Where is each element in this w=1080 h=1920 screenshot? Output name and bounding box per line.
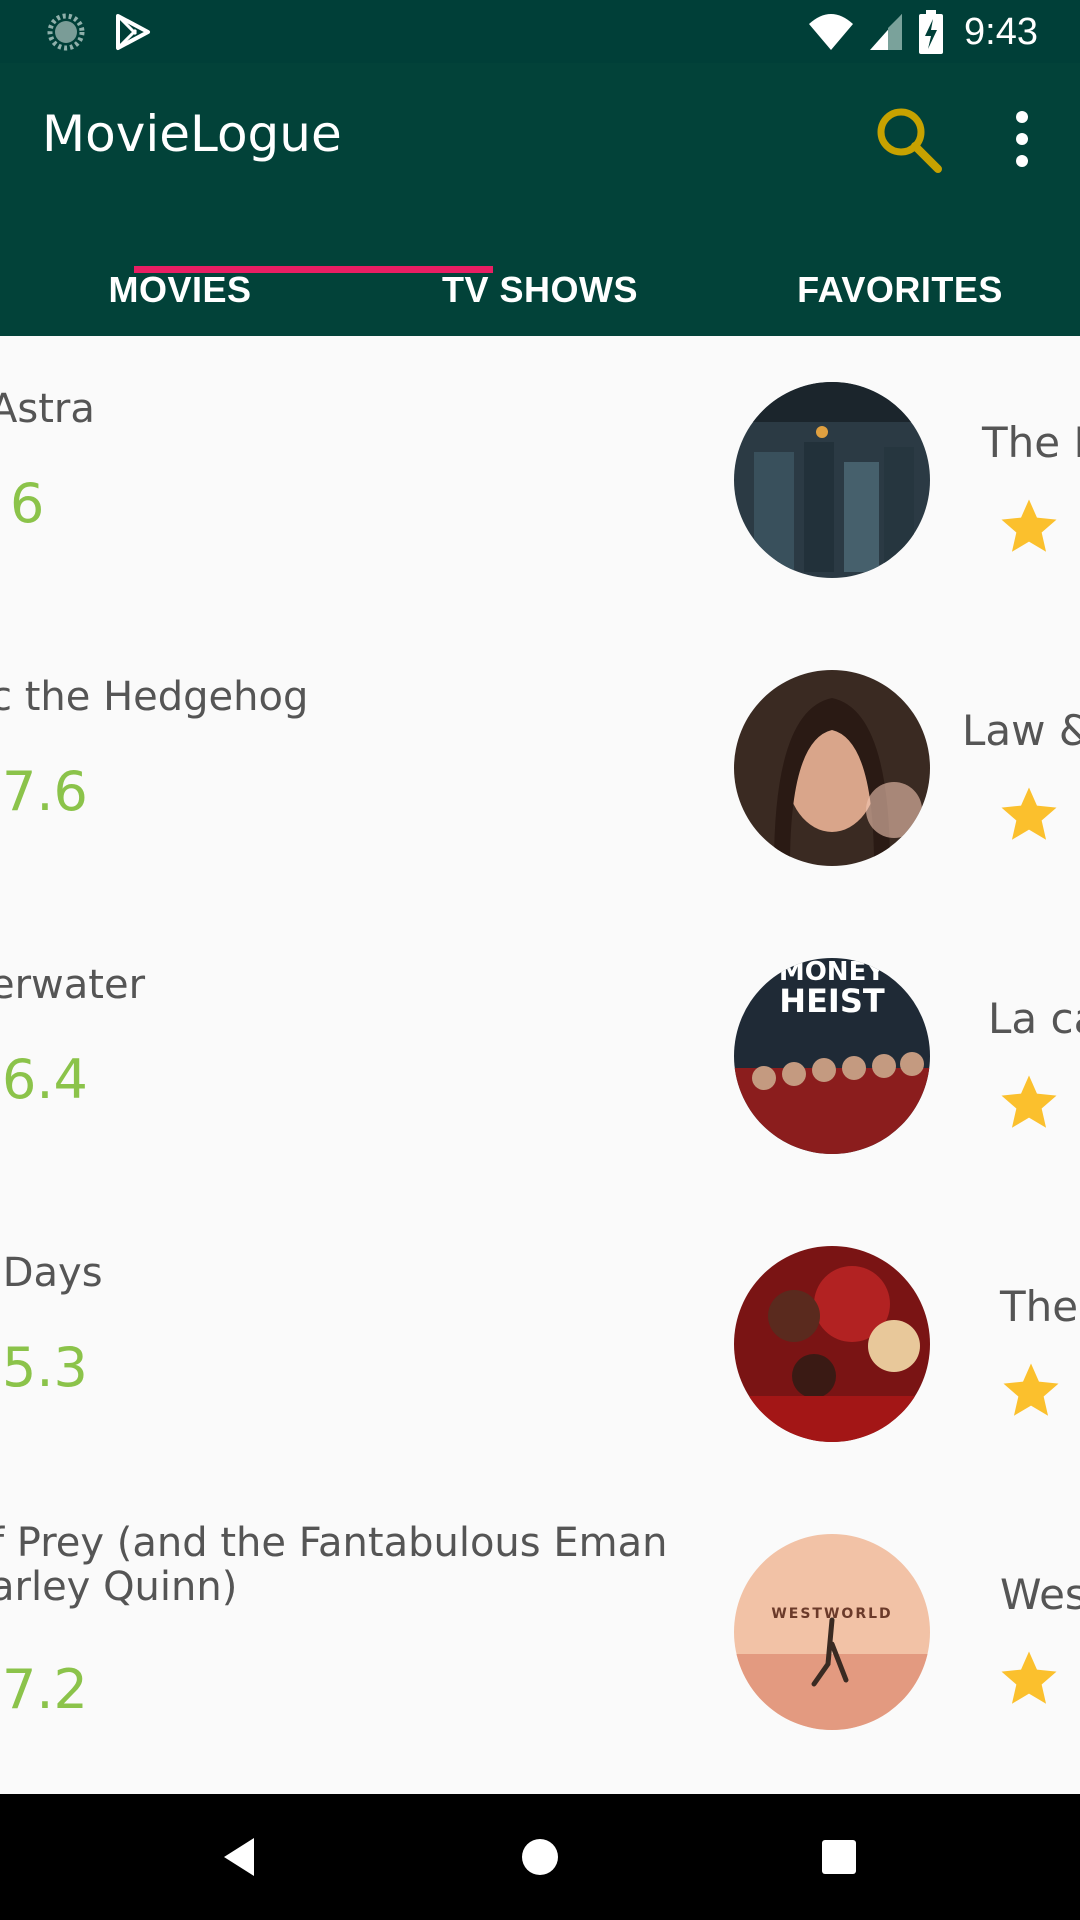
list-item[interactable]: c the Hedgehog 7.6 [0,624,670,912]
woman-portrait-poster [734,670,930,866]
tv-poster [734,1246,930,1442]
tab-tv-shows[interactable]: TV SHOWS [360,243,720,336]
content-pager[interactable]: Astra 6 c the Hedgehog 7.6 erwater 6.4 D… [0,336,1080,1794]
list-item[interactable]: WESTWORLD West [720,1534,1080,1794]
star-icon [1003,1363,1059,1416]
play-store-icon [116,14,150,50]
tv-poster [734,382,930,578]
list-item[interactable]: MONEY HEIST La ca [720,958,1080,1246]
signal-icon [870,14,903,50]
battery-charging-icon [919,10,944,54]
loading-icon [47,13,85,51]
list-item[interactable]: The F [720,382,1080,670]
movie-title: erwater [0,963,146,1007]
movie-rating: 7.6 [2,760,88,823]
list-item[interactable]: The [720,1246,1080,1534]
search-icon [877,108,942,173]
tab-favorites[interactable]: FAVORITES [720,243,1080,336]
navigation-bar [0,1794,1080,1920]
tv-title: The F [982,418,1080,467]
tv-title: The [1000,1282,1079,1331]
money-heist-poster: MONEY HEIST [734,958,930,1154]
back-icon[interactable] [216,1832,266,1882]
star-icon [1001,499,1057,552]
list-item[interactable]: Law & [720,670,1080,958]
movie-rating: 6.4 [2,1048,88,1111]
movie-title: Days [0,1251,103,1295]
search-button[interactable] [872,103,944,175]
app-bar: MovieLogue MOVIES TV SHOWS FAVORITES [0,63,1080,336]
list-item[interactable]: f Prey (and the Fantabulous Eman arley Q… [0,1488,670,1776]
movie-rating: 5.3 [2,1336,88,1399]
tv-poster: WESTWORLD [734,1534,930,1730]
flash-poster [734,1246,930,1442]
movie-rating: 6 [10,472,45,535]
more-vert-icon [1016,111,1028,167]
westworld-poster: WESTWORLD [734,1534,930,1730]
movies-list: Astra 6 c the Hedgehog 7.6 erwater 6.4 D… [0,336,670,1794]
star-icon [1001,1651,1057,1704]
star-icon [1001,1075,1057,1128]
movie-rating: 7.2 [2,1658,88,1721]
star-icon [1001,787,1057,840]
list-item[interactable]: erwater 6.4 [0,912,670,1200]
dark-show-poster [734,382,930,578]
movie-title: f Prey (and the Fantabulous Eman arley Q… [0,1521,668,1609]
status-bar: 9:43 [0,0,1080,63]
tab-bar: MOVIES TV SHOWS FAVORITES [0,243,1080,336]
svg-text:HEIST: HEIST [779,982,885,1020]
tab-movies[interactable]: MOVIES [0,243,360,336]
tab-indicator [134,266,493,273]
tv-title: Law & [962,706,1080,755]
tv-title: West [1000,1570,1080,1619]
list-item[interactable]: Astra 6 [0,336,670,624]
recents-icon[interactable] [814,1832,864,1882]
home-icon[interactable] [515,1832,565,1882]
status-time: 9:43 [964,10,1038,53]
list-item[interactable]: Days 5.3 [0,1200,670,1488]
tv-poster: MONEY HEIST [734,958,930,1154]
tv-title: La ca [988,994,1080,1043]
status-left-icons [46,10,152,54]
wifi-icon [809,14,854,50]
more-options-button[interactable] [1000,103,1044,175]
status-right-icons: 9:43 [808,8,1038,56]
movie-title: Astra [0,387,95,431]
movie-title: c the Hedgehog [0,675,309,719]
app-title: MovieLogue [42,105,342,163]
tv-poster [734,670,930,866]
